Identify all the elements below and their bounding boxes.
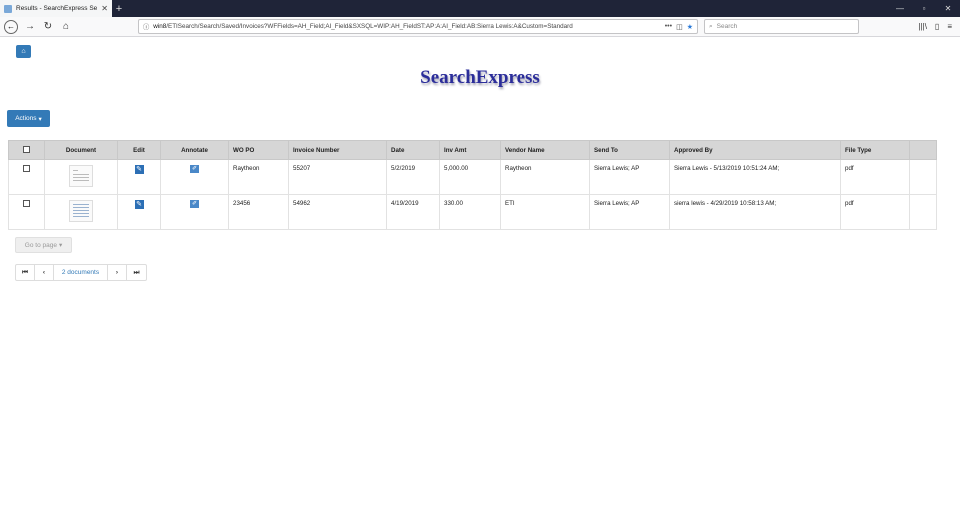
maximize-button[interactable]: ▫ [912, 0, 936, 17]
cell-date: 4/19/2019 [386, 194, 440, 230]
table-row[interactable]: ✎ ✐ Raytheon 55207 5/2/2019 5,000.00 Ray… [8, 159, 937, 195]
col-send-to[interactable]: Send To [589, 140, 670, 160]
edit-icon[interactable]: ✎ [134, 200, 144, 209]
close-window-button[interactable]: ✕ [936, 0, 960, 17]
home-icon[interactable]: ⌂ [16, 45, 31, 58]
cell-inv-amt: 330.00 [439, 194, 501, 230]
document-thumbnail[interactable] [69, 165, 93, 187]
actions-button[interactable]: Actions ▾ [7, 110, 50, 127]
cell-file-type: pdf [840, 194, 910, 230]
table-row[interactable]: ✎ ✐ 23456 54962 4/19/2019 330.00 ETI Sie… [8, 194, 937, 230]
tab-title: Results - SearchExpress Search [16, 5, 98, 12]
pocket-icon[interactable]: ◫ [676, 23, 683, 31]
col-inv-amt[interactable]: Inv Amt [439, 140, 501, 160]
cell-send-to: Sierra Lewis; AP [589, 194, 670, 230]
browser-titlebar: Results - SearchExpress Search ✕ + — ▫ ✕ [0, 0, 960, 17]
col-invoice-number[interactable]: Invoice Number [288, 140, 387, 160]
row-checkbox[interactable] [23, 165, 30, 172]
cell-file-type: pdf [840, 159, 910, 195]
browser-navbar: ← → ↻ ⌂ ⓘ win8/ETISearch/Search/Saved/In… [0, 17, 960, 37]
caret-down-icon: ▾ [58, 242, 63, 249]
row-checkbox[interactable] [23, 200, 30, 207]
col-file-type[interactable]: File Type [840, 140, 910, 160]
library-icon[interactable]: |||\ [918, 22, 926, 31]
annotate-icon[interactable]: ✐ [190, 165, 199, 173]
page-actions-icon[interactable]: ••• [665, 23, 672, 31]
results-table: Document Edit Annotate WO PO Invoice Num… [8, 140, 937, 230]
browser-tab[interactable]: Results - SearchExpress Search ✕ [0, 0, 112, 17]
search-placeholder: Search [716, 23, 738, 30]
home-button[interactable]: ⌂ [60, 21, 72, 32]
col-vendor-name[interactable]: Vendor Name [500, 140, 590, 160]
table-header-row: Document Edit Annotate WO PO Invoice Num… [8, 140, 937, 160]
cell-approved-by: Sierra Lewis - 5/13/2019 10:51:24 AM; [669, 159, 841, 195]
col-date[interactable]: Date [386, 140, 440, 160]
cell-approved-by: sierra lewis - 4/29/2019 10:58:13 AM; [669, 194, 841, 230]
menu-icon[interactable]: ≡ [947, 22, 952, 31]
forward-button[interactable]: → [24, 21, 36, 32]
col-annotate[interactable]: Annotate [160, 140, 229, 160]
cell-send-to: Sierra Lewis; AP [589, 159, 670, 195]
url-bar[interactable]: ⓘ win8/ETISearch/Search/Saved/Invoices?W… [138, 19, 698, 34]
back-button[interactable]: ← [4, 19, 18, 34]
cell-invoice-number: 55207 [288, 159, 387, 195]
col-document[interactable]: Document [44, 140, 118, 160]
sidebar-icon[interactable]: ▯ [935, 22, 939, 31]
col-edit[interactable]: Edit [117, 140, 161, 160]
next-page-icon[interactable]: › [108, 265, 127, 280]
go-to-page-dropdown[interactable]: Go to page ▾ [15, 237, 72, 253]
first-page-icon[interactable]: ⏮ [16, 265, 35, 280]
page-content: ⌂ SearchExpress Actions ▾ Document Edit … [0, 37, 960, 519]
minimize-button[interactable]: — [888, 0, 912, 17]
new-tab-button[interactable]: + [112, 0, 126, 17]
pagination: ⏮ ‹ 2 documents › ⏭ [15, 264, 147, 281]
cell-wo-po: Raytheon [228, 159, 289, 195]
cell-vendor-name: Raytheon [500, 159, 590, 195]
cell-wo-po: 23456 [228, 194, 289, 230]
cell-inv-amt: 5,000.00 [439, 159, 501, 195]
page-favicon-icon [4, 4, 12, 13]
edit-icon[interactable]: ✎ [134, 165, 144, 174]
last-page-icon[interactable]: ⏭ [127, 265, 146, 280]
browser-search-input[interactable]: ⌕ Search [704, 19, 859, 34]
search-icon: ⌕ [709, 22, 713, 30]
bookmark-star-icon[interactable]: ★ [687, 23, 693, 31]
col-approved-by[interactable]: Approved By [669, 140, 841, 160]
cell-vendor-name: ETI [500, 194, 590, 230]
site-logo: SearchExpress [420, 67, 540, 88]
select-all-checkbox[interactable] [23, 145, 30, 153]
col-wo-po[interactable]: WO PO [228, 140, 289, 160]
reload-button[interactable]: ↻ [42, 21, 54, 32]
info-icon[interactable]: ⓘ [143, 22, 149, 31]
col-extra [909, 140, 937, 160]
document-thumbnail[interactable] [69, 200, 93, 222]
cell-date: 5/2/2019 [386, 159, 440, 195]
annotate-icon[interactable]: ✐ [190, 200, 199, 208]
cell-invoice-number: 54962 [288, 194, 387, 230]
caret-down-icon: ▾ [38, 115, 42, 123]
close-tab-icon[interactable]: ✕ [101, 4, 108, 13]
url-text: win8/ETISearch/Search/Saved/Invoices?WFF… [153, 23, 573, 30]
window-controls: — ▫ ✕ [888, 0, 960, 17]
select-all-header [8, 140, 45, 160]
prev-page-icon[interactable]: ‹ [35, 265, 54, 280]
pager-info[interactable]: 2 documents [54, 265, 108, 280]
